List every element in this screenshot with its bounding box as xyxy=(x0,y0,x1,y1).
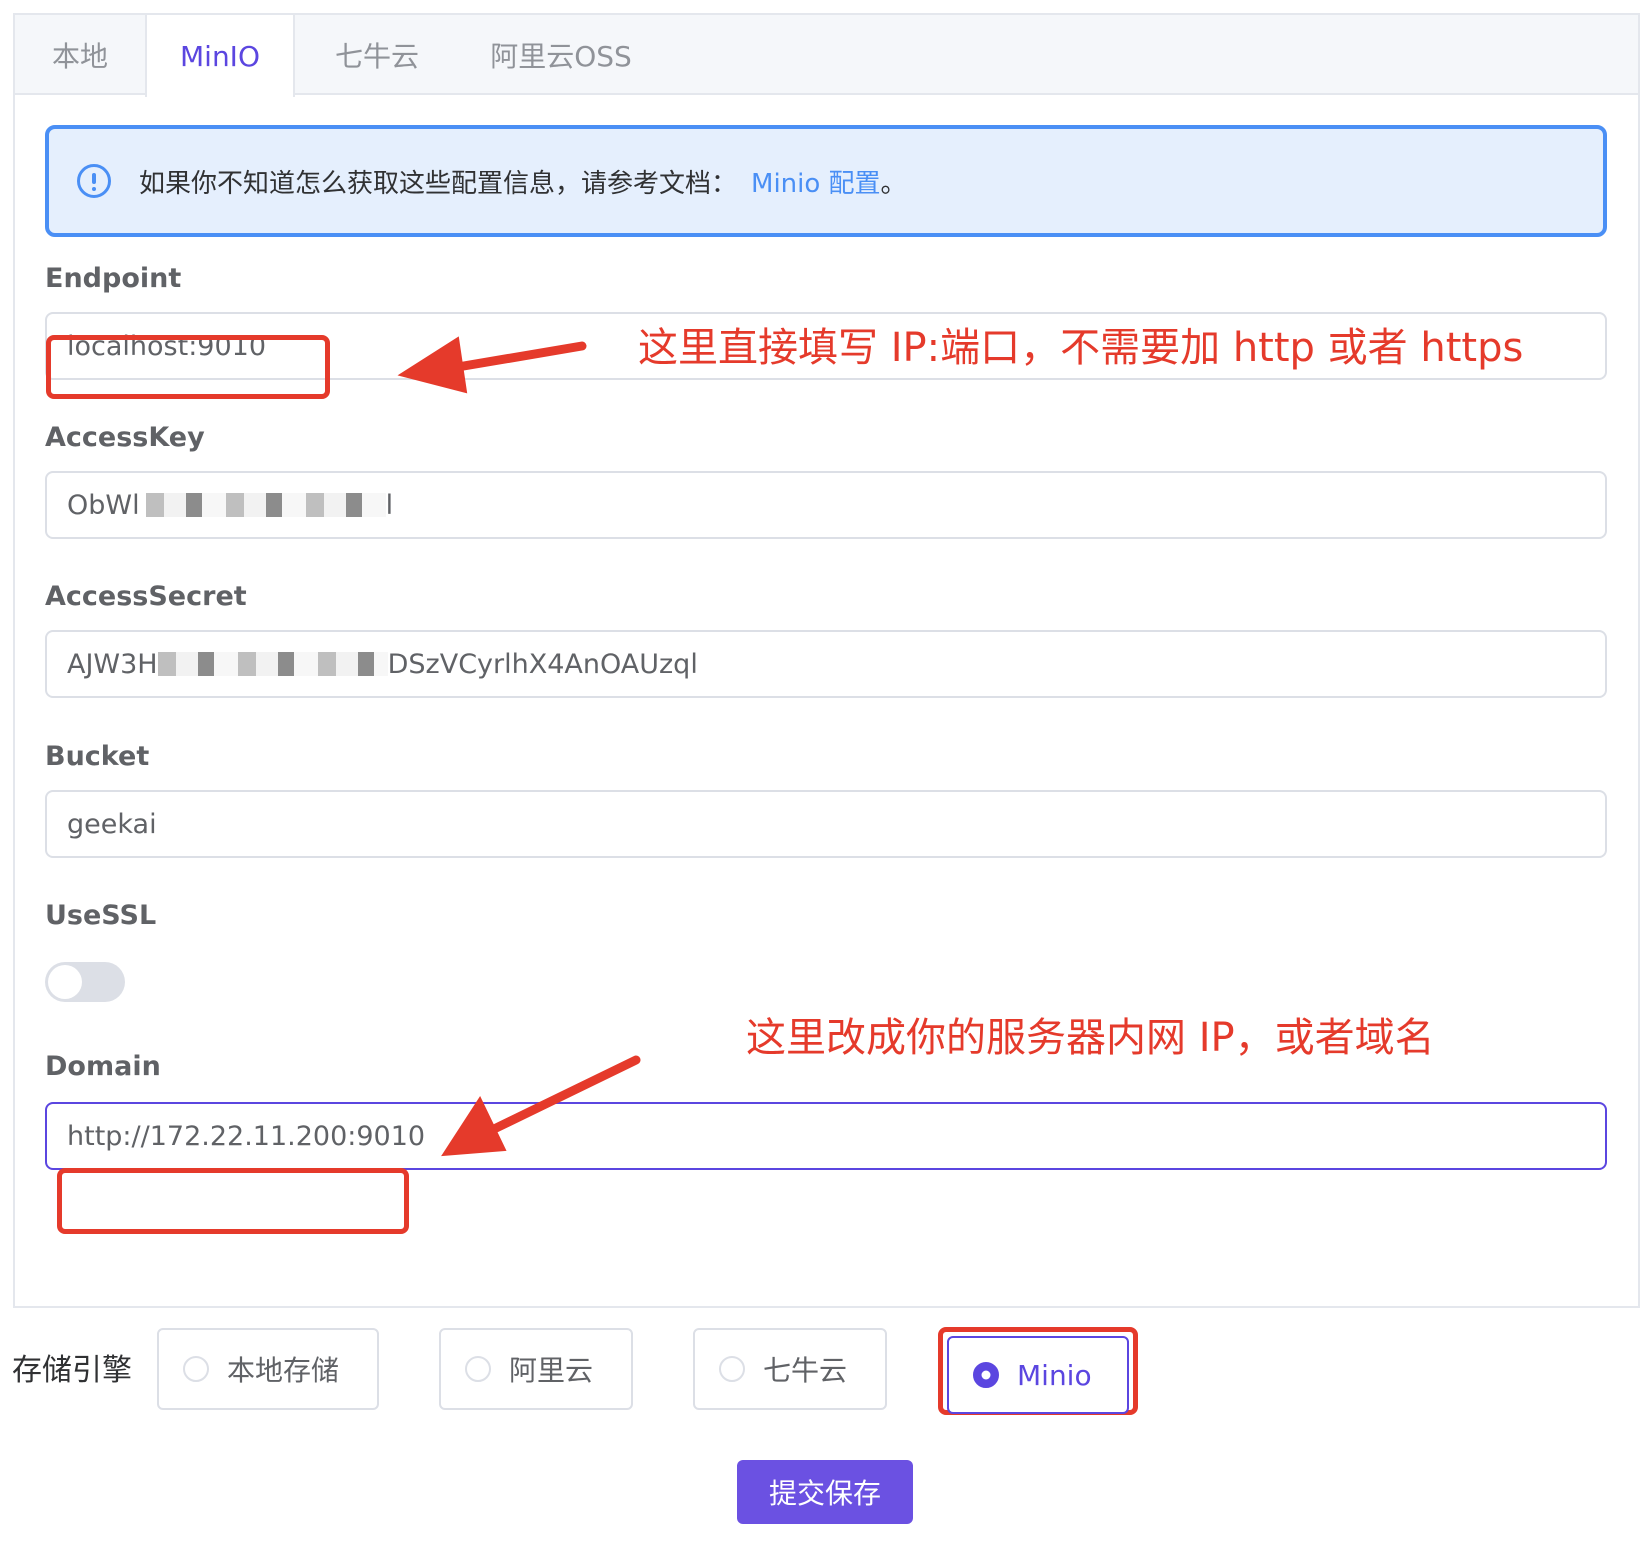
radio-circle-icon xyxy=(183,1356,209,1382)
radio-label: 本地存储 xyxy=(227,1354,340,1387)
radio-circle-icon xyxy=(465,1356,491,1382)
radio-aliyun[interactable]: 阿里云 xyxy=(439,1328,633,1410)
radio-minio[interactable]: Minio xyxy=(947,1336,1129,1414)
radio-label: 七牛云 xyxy=(763,1354,848,1387)
storage-engine-label: 存储引擎 xyxy=(12,1353,132,1388)
radio-label: Minio xyxy=(1017,1358,1092,1392)
domain-arrow-shaft xyxy=(487,1055,641,1135)
endpoint-arrow-head xyxy=(397,336,468,394)
radio-circle-icon xyxy=(719,1356,745,1382)
submit-save-button[interactable]: 提交保存 xyxy=(737,1460,913,1524)
radio-label: 阿里云 xyxy=(509,1354,594,1387)
annotation-arrows xyxy=(397,336,641,1157)
radio-qiniu[interactable]: 七牛云 xyxy=(693,1328,887,1410)
radio-local-storage[interactable]: 本地存储 xyxy=(157,1328,379,1410)
radio-checked-icon xyxy=(973,1362,999,1388)
